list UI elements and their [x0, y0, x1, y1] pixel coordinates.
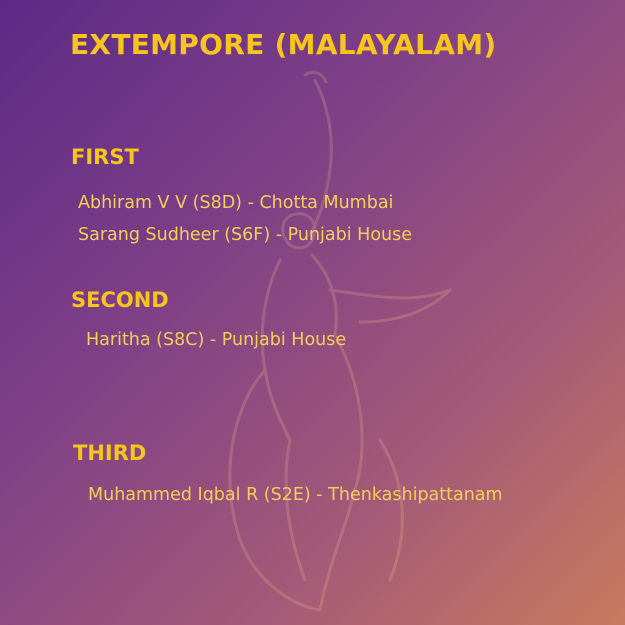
section-heading-first: FIRST [71, 145, 139, 169]
list-item: Sarang Sudheer (S6F) - Punjabi House [78, 225, 412, 245]
list-item: Abhiram V V (S8D) - Chotta Mumbai [78, 193, 394, 213]
section-heading-second: SECOND [71, 288, 169, 312]
list-item: Haritha (S8C) - Punjabi House [86, 330, 347, 350]
page-title: EXTEMPORE (MALAYALAM) [70, 28, 497, 61]
list-item: Muhammed Iqbal R (S2E) - Thenkashipattan… [88, 485, 503, 505]
section-heading-third: THIRD [73, 441, 147, 465]
